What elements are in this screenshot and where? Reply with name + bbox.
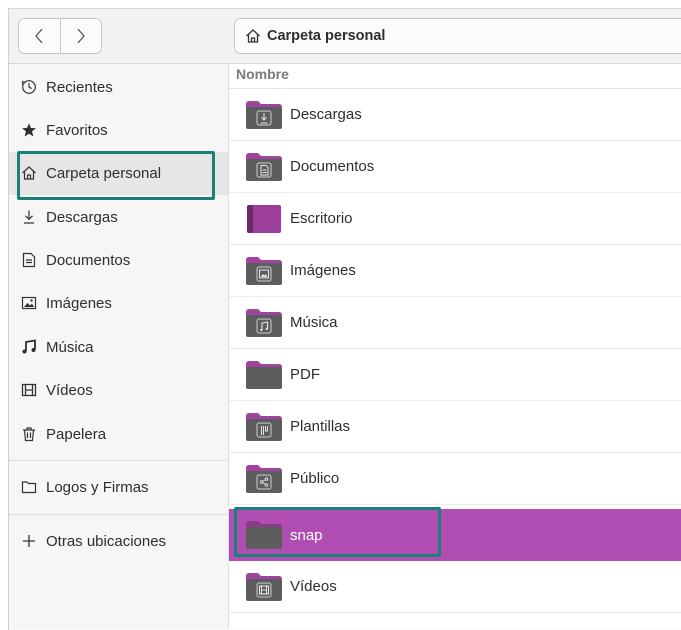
file-row-videos[interactable]: Vídeos bbox=[229, 561, 681, 613]
folder-pictures-icon bbox=[245, 256, 283, 286]
sidebar-item-label: Otras ubicaciones bbox=[46, 532, 167, 550]
file-name: Documentos bbox=[290, 158, 375, 175]
file-row-descargas[interactable]: Descargas bbox=[229, 89, 681, 141]
sidebar-item-label: Imágenes bbox=[46, 294, 112, 312]
file-name: Imágenes bbox=[290, 262, 356, 279]
download-icon bbox=[21, 209, 37, 225]
column-header-name[interactable]: Nombre bbox=[236, 66, 289, 82]
plus-icon bbox=[21, 533, 37, 549]
file-row-publico[interactable]: Público bbox=[229, 453, 681, 505]
sidebar-highlight-box bbox=[17, 151, 215, 200]
sidebar-item-label: Recientes bbox=[46, 78, 113, 96]
sidebar-item-otras-ubicaciones[interactable]: Otras ubicaciones bbox=[21, 523, 166, 559]
sidebar-item-musica[interactable]: Música bbox=[21, 329, 94, 365]
file-row-plantillas[interactable]: Plantillas bbox=[229, 401, 681, 453]
folder-icon bbox=[21, 479, 37, 495]
navigation-buttons bbox=[18, 18, 102, 54]
sidebar-item-papelera[interactable]: Papelera bbox=[21, 416, 106, 452]
folder-generic-icon bbox=[245, 360, 283, 390]
folder-documents-icon bbox=[245, 152, 283, 182]
sidebar-item-favoritos[interactable]: Favoritos bbox=[21, 112, 108, 148]
image-icon bbox=[21, 295, 37, 311]
forward-button[interactable] bbox=[59, 19, 102, 53]
file-row-musica[interactable]: Música bbox=[229, 297, 681, 349]
sidebar-item-label: Favoritos bbox=[46, 121, 108, 139]
back-button[interactable] bbox=[19, 19, 60, 53]
file-name: Público bbox=[290, 470, 340, 487]
film-icon bbox=[21, 382, 37, 398]
sidebar-item-label: Descargas bbox=[46, 208, 118, 226]
folder-music-icon bbox=[245, 308, 283, 338]
sidebar-item-label: Música bbox=[46, 338, 94, 356]
sidebar-item-imagenes[interactable]: Imágenes bbox=[21, 285, 112, 321]
sidebar-item-documentos[interactable]: Documentos bbox=[21, 242, 130, 278]
sidebar: Recientes Favoritos Carpeta personal Des… bbox=[9, 64, 229, 629]
file-name: Escritorio bbox=[290, 210, 353, 227]
sidebar-item-label: Logos y Firmas bbox=[46, 478, 149, 496]
clock-icon bbox=[21, 79, 37, 95]
file-row-escritorio[interactable]: Escritorio bbox=[229, 193, 681, 245]
chevron-left-icon bbox=[35, 28, 43, 44]
file-name: Plantillas bbox=[290, 418, 351, 435]
sidebar-item-recientes[interactable]: Recientes bbox=[21, 69, 113, 105]
chevron-right-icon bbox=[77, 28, 85, 44]
sidebar-separator bbox=[9, 514, 228, 515]
document-icon bbox=[21, 252, 37, 268]
folder-public-icon bbox=[245, 464, 283, 494]
folder-desktop-icon bbox=[245, 204, 283, 234]
file-name: PDF bbox=[290, 366, 320, 383]
path-bar[interactable]: Carpeta personal bbox=[234, 18, 681, 54]
file-row-pdf[interactable]: PDF bbox=[229, 349, 681, 401]
sidebar-item-label: Papelera bbox=[46, 425, 107, 443]
sidebar-separator bbox=[9, 460, 228, 461]
star-icon bbox=[21, 122, 37, 138]
file-name: Música bbox=[290, 314, 338, 331]
file-name: Descargas bbox=[290, 106, 362, 123]
folder-download-icon bbox=[245, 100, 283, 130]
sidebar-item-descargas[interactable]: Descargas bbox=[21, 199, 118, 235]
folder-videos-icon bbox=[245, 572, 283, 602]
sidebar-item-videos[interactable]: Vídeos bbox=[21, 372, 93, 408]
file-row-documentos[interactable]: Documentos bbox=[229, 141, 681, 193]
sidebar-item-label: Vídeos bbox=[46, 381, 93, 399]
file-highlight-box bbox=[234, 507, 441, 557]
sidebar-item-logos-y-firmas[interactable]: Logos y Firmas bbox=[21, 469, 149, 505]
trash-icon bbox=[21, 426, 37, 442]
home-icon bbox=[246, 29, 260, 43]
file-row-imagenes[interactable]: Imágenes bbox=[229, 245, 681, 297]
music-icon bbox=[21, 339, 37, 355]
path-label: Carpeta personal bbox=[267, 28, 386, 44]
folder-templates-icon bbox=[245, 412, 283, 442]
sidebar-item-label: Documentos bbox=[46, 251, 131, 269]
file-name: Vídeos bbox=[290, 578, 337, 595]
